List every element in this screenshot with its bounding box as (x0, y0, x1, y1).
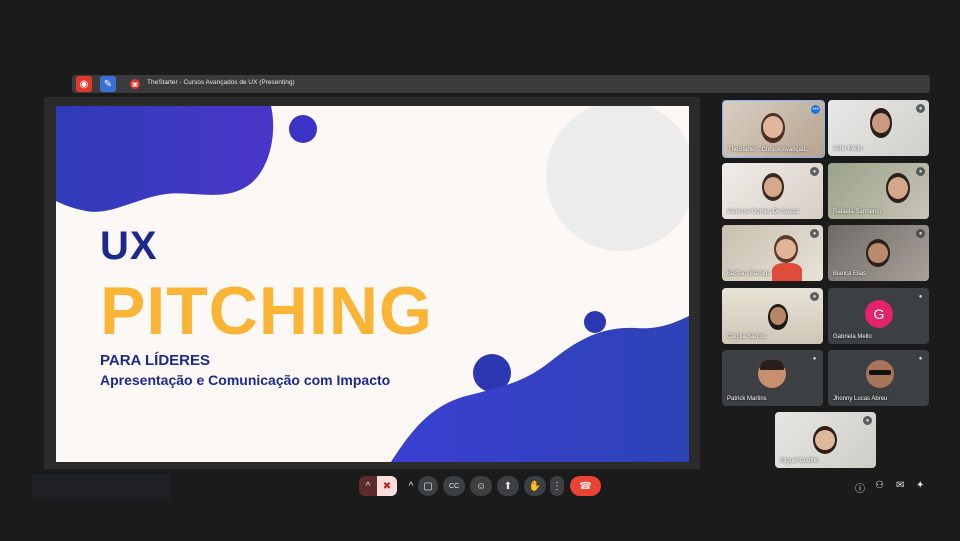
camera-button[interactable]: ▢ (418, 476, 438, 496)
annotate-icon[interactable]: ✎ (100, 76, 116, 92)
participant-name: Bianca Elias (833, 271, 867, 277)
mic-off-icon: ● (916, 229, 925, 238)
slide-tagline: Apresentação e Comunicação com Impacto (100, 372, 391, 388)
participant-name: Rafaela Sarmento (833, 209, 882, 215)
participant-name: Bárbara Barbiga (727, 271, 771, 277)
participant-tile[interactable]: ● Bárbara Barbiga (722, 225, 823, 281)
more-options-button[interactable]: ⋮ (550, 476, 564, 496)
mic-off-icon: ● (916, 292, 925, 301)
participant-tile[interactable]: ● Rafaela Sarmento (828, 163, 929, 219)
slide-subtitle: PARA LÍDERES (100, 352, 211, 369)
mic-off-icon: ● (916, 354, 925, 363)
participant-tile[interactable]: ● Miguel Coelho (775, 412, 876, 468)
participant-name: Jhonny Lucas Abreu (833, 396, 888, 402)
avatar: G (865, 300, 893, 328)
speaking-indicator-icon: ••• (811, 105, 820, 114)
presentation-slide: UX PITCHING PARA LÍDERES Apresentação e … (56, 106, 689, 462)
mic-off-icon: ● (810, 292, 819, 301)
slide-heading-ux: UX (100, 224, 158, 268)
meeting-info-icon[interactable]: ⓘ (855, 480, 865, 495)
participant-name: Miguel Coelho (780, 458, 819, 464)
mic-off-icon: ● (810, 167, 819, 176)
bottom-left-area (32, 474, 170, 499)
slide-heading-pitching: PITCHING (100, 273, 433, 349)
captions-button[interactable]: CC (443, 476, 465, 496)
camera-options-chevron-icon[interactable]: ^ (404, 476, 418, 496)
participant-name: Vanessa Gomes De Souza (727, 209, 799, 215)
participant-name: Gabriela Mello (833, 334, 872, 340)
mic-off-button[interactable]: ✖ (377, 476, 397, 496)
meeting-title: TheStarter - Cursos Avançados de UX (Pre… (147, 79, 295, 86)
mic-off-icon: ● (810, 229, 819, 238)
activities-icon[interactable]: ✦ (916, 480, 924, 491)
record-icon[interactable]: ◉ (76, 76, 92, 92)
participant-tile[interactable]: ● Patrick Martins (722, 350, 823, 406)
meeting-top-bar: ◉ ✎ ▣ TheStarter - Cursos Avançados de U… (72, 75, 930, 93)
participant-name: Patrick Martins (727, 396, 767, 402)
chat-icon[interactable]: ✉ (896, 480, 904, 491)
end-call-button[interactable]: ☎ (570, 476, 601, 496)
people-icon[interactable]: ⚇ (875, 480, 884, 491)
participant-name: Camila Santos (727, 334, 767, 340)
participant-tile[interactable]: G ● Gabriela Mello (828, 288, 929, 344)
mic-off-icon: ● (916, 104, 925, 113)
participant-tile[interactable]: ● Jhonny Lucas Abreu (828, 350, 929, 406)
raise-hand-button[interactable]: ✋ (524, 476, 546, 496)
mic-off-icon: ● (863, 416, 872, 425)
participant-tile[interactable]: ••• TheStarter - Cursos Avançad... (722, 100, 825, 158)
mic-off-icon: ● (810, 354, 819, 363)
participant-tile[interactable]: ● Camila Santos (722, 288, 823, 344)
present-icon: ▣ (130, 79, 140, 89)
emoji-button[interactable]: ☺ (470, 476, 492, 496)
mic-off-icon: ● (916, 167, 925, 176)
mic-options-chevron-icon[interactable]: ^ (359, 476, 377, 496)
present-screen-button[interactable]: ⬆ (497, 476, 519, 496)
participant-tile[interactable]: ● Aline Mello (828, 100, 929, 156)
participant-tile[interactable]: ● Vanessa Gomes De Souza (722, 163, 823, 219)
participant-name: TheStarter - Cursos Avançad... (728, 147, 811, 153)
participant-tile[interactable]: ● Bianca Elias (828, 225, 929, 281)
participant-name: Aline Mello (833, 146, 863, 152)
